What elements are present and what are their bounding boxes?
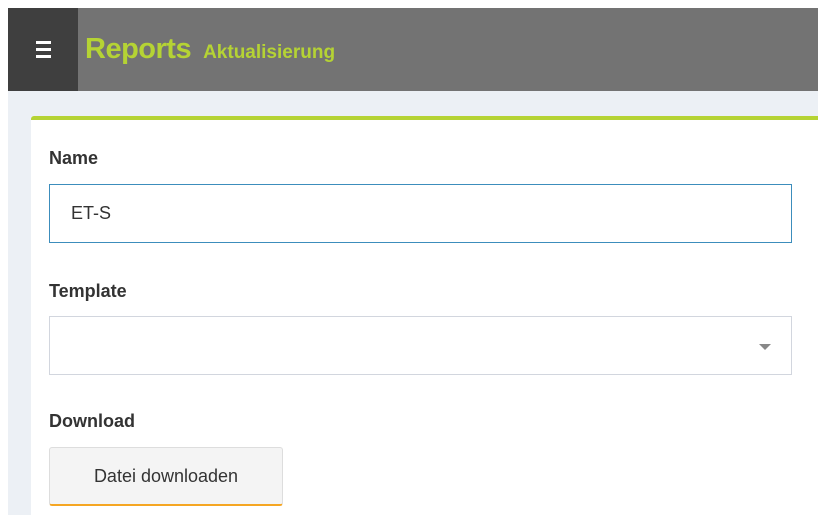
sidebar-toggle-button[interactable] <box>8 8 78 91</box>
page-title: Reports <box>85 33 192 65</box>
page-subtitle: Aktualisierung <box>203 41 336 63</box>
download-label: Download <box>49 411 135 431</box>
download-file-button[interactable]: Datei downloaden <box>49 447 283 506</box>
name-label: Name <box>49 148 99 168</box>
template-select[interactable] <box>49 316 792 375</box>
name-input[interactable]: ET-S <box>49 184 792 243</box>
hamburger-menu-icon <box>35 41 51 58</box>
template-label: Template <box>49 281 127 301</box>
chevron-down-icon <box>759 344 771 350</box>
top-navbar: Reports Aktualisierung <box>8 8 818 91</box>
